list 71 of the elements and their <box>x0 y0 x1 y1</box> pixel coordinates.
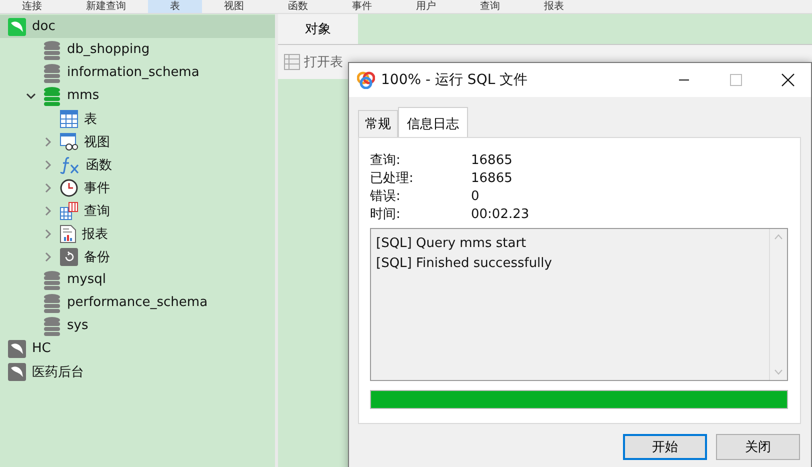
chevron-right-icon[interactable] <box>43 252 53 262</box>
chevron-right-icon[interactable] <box>43 136 53 146</box>
close-button[interactable]: 关闭 <box>716 434 800 460</box>
window-title: 100% - 运行 SQL 文件 <box>381 71 529 89</box>
stat-label: 错误: <box>370 188 402 206</box>
backup-icon <box>60 248 78 266</box>
toolbar-button[interactable]: 事件 <box>330 0 394 13</box>
close-icon <box>781 73 795 87</box>
tree-item[interactable]: mms <box>0 84 275 107</box>
scroll-down-icon[interactable] <box>774 369 783 375</box>
start-button[interactable]: 开始 <box>623 434 707 460</box>
clock-icon <box>60 178 78 196</box>
tree-item[interactable]: information_schema <box>0 61 275 84</box>
tab[interactable]: 信息日志 <box>398 107 468 137</box>
tree-item[interactable]: 表 <box>0 107 275 130</box>
table-icon <box>284 54 300 70</box>
tree-item[interactable]: HC <box>0 337 275 360</box>
tree-item[interactable]: 报表 <box>0 222 275 245</box>
tree-item[interactable]: 查询 <box>0 199 275 222</box>
tree-item[interactable]: db_shopping <box>0 38 275 61</box>
chevron-right-icon[interactable] <box>43 206 53 216</box>
database-icon <box>43 292 61 312</box>
tree-item[interactable]: 事件 <box>0 176 275 199</box>
chevron-right-icon[interactable] <box>43 228 53 238</box>
chevron-right-icon[interactable] <box>43 182 53 192</box>
database-icon <box>43 62 61 82</box>
tree-item[interactable]: 医药后台 <box>0 360 275 383</box>
tab[interactable]: 常规 <box>358 110 398 137</box>
stat-label: 时间: <box>370 206 402 224</box>
toolbar-button[interactable]: 视图 <box>202 0 266 13</box>
toolbar-button[interactable]: 函数 <box>266 0 330 13</box>
tree-item[interactable]: performance_schema <box>0 291 275 314</box>
database-icon <box>43 270 61 290</box>
dolphin-icon <box>8 362 26 380</box>
function-icon <box>60 156 80 174</box>
table-icon <box>60 110 78 128</box>
query-icon <box>60 202 78 220</box>
stat-value: 0 <box>471 188 480 206</box>
toolbar-button[interactable]: 新建查询 <box>64 0 148 13</box>
stat-value: 16865 <box>471 170 514 188</box>
stat-label: 查询: <box>370 152 402 170</box>
chevron-down-icon[interactable] <box>26 90 36 100</box>
dolphin-icon <box>8 340 26 358</box>
log-line: [SQL] Query mms start <box>376 235 528 253</box>
chevron-right-icon[interactable] <box>43 160 53 170</box>
maximize-icon <box>730 74 742 86</box>
tree-item[interactable]: mysql <box>0 268 275 291</box>
tree-item[interactable]: 函数 <box>0 153 275 176</box>
database-icon <box>43 86 61 106</box>
toolbar-button[interactable]: 报表 <box>522 0 586 13</box>
report-icon <box>60 224 76 242</box>
toolbar-button[interactable]: 连接 <box>0 0 64 13</box>
tree-item[interactable]: 视图 <box>0 130 275 153</box>
log-line: [SQL] Finished successfully <box>376 255 553 273</box>
database-icon <box>43 40 61 60</box>
stat-value: 00:02.23 <box>471 206 530 224</box>
tree-item[interactable]: sys <box>0 314 275 337</box>
database-icon <box>43 316 61 336</box>
tree-item[interactable]: 备份 <box>0 245 275 268</box>
stat-value: 16865 <box>471 152 514 170</box>
toolbar-button[interactable]: 查询 <box>458 0 522 13</box>
toolbar-button[interactable]: 表 <box>148 0 202 13</box>
table-glasses-icon <box>60 132 78 150</box>
tab[interactable]: 对象 <box>278 14 358 44</box>
toolbar-button[interactable]: 打开表 <box>284 53 343 71</box>
dolphin-icon <box>8 18 26 36</box>
tree-item[interactable]: doc <box>0 15 275 38</box>
scroll-up-icon[interactable] <box>774 234 783 240</box>
toolbar-button[interactable]: 用户 <box>394 0 458 13</box>
stat-label: 已处理: <box>370 170 414 188</box>
app-logo-icon <box>357 71 375 89</box>
